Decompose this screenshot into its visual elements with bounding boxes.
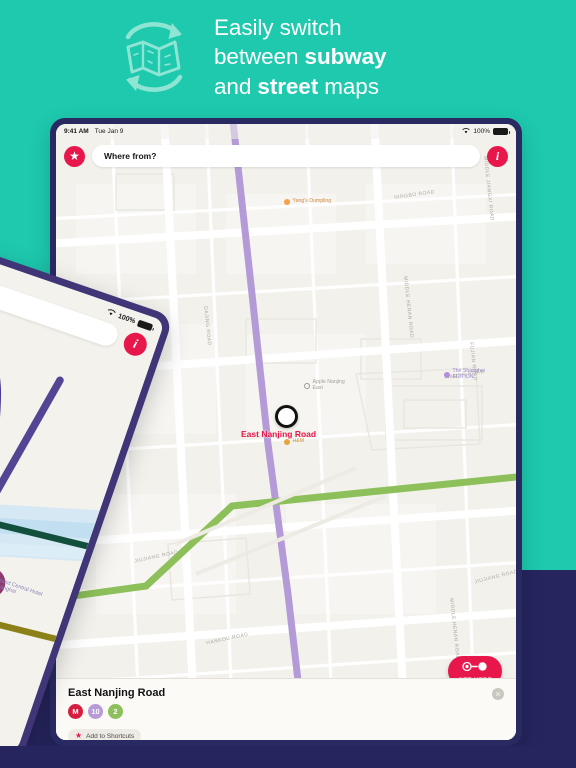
poi-label: Yang's Dumpling: [292, 198, 332, 205]
line-10-badge[interactable]: 10: [88, 704, 103, 719]
promo-line-1: Easily switch: [214, 15, 342, 41]
foreground-navy-strip: [0, 746, 576, 768]
add-to-shortcuts-label: Add to Shortcuts: [86, 732, 135, 740]
status-right-cluster: 100%: [462, 127, 510, 136]
info-button[interactable]: i: [487, 145, 508, 167]
location-detail-card: East Nanjing Road M 10 2 ★ Add to Shortc…: [56, 678, 516, 740]
selected-location-marker[interactable]: [275, 405, 298, 428]
store-ring-icon: [304, 382, 310, 389]
wifi-icon: [462, 127, 471, 136]
hotel-dot-icon: [444, 371, 450, 378]
poi-label: Apple Nanjing East: [312, 379, 345, 391]
poi-yangs-dumpling[interactable]: Yang's Dumpling: [284, 198, 332, 205]
promo-line-3-bold: street: [257, 73, 319, 99]
shop-dot-icon: [284, 439, 290, 445]
add-to-shortcuts-button[interactable]: ★ Add to Shortcuts: [68, 729, 142, 740]
battery-full-icon: [493, 128, 510, 135]
metro-badge[interactable]: M: [68, 704, 83, 719]
status-time: 9:41 AM: [64, 128, 89, 135]
promo-line-3-prefix: and: [214, 73, 258, 99]
folded-map-with-refresh-arrows-icon: [112, 17, 196, 97]
star-icon: ★: [75, 731, 83, 740]
restaurant-dot-icon: [284, 199, 290, 205]
line-2-badge[interactable]: 2: [108, 704, 123, 719]
star-icon: ★: [69, 149, 80, 163]
metro-badge-label: M: [72, 707, 79, 716]
poi-label: H&M: [292, 438, 305, 445]
poi-shanghai-edition[interactable]: The Shanghai EDITION: [444, 368, 499, 381]
poi-label: The Shanghai EDITION: [452, 368, 485, 380]
line-10-badge-label: 10: [91, 707, 100, 716]
promo-screenshot: Easily switch between subway and street …: [0, 0, 576, 768]
promo-header: Easily switch between subway and street …: [0, 0, 576, 114]
promo-line-3-suffix: maps: [318, 73, 379, 99]
detail-title: East Nanjing Road: [68, 687, 166, 699]
promo-line-2-bold: subway: [304, 44, 387, 70]
promo-line-2-prefix: between: [214, 44, 305, 70]
info-icon: i: [131, 335, 140, 352]
line-2-badge-label: 2: [113, 707, 118, 716]
promo-headline: Easily switch between subway and street …: [214, 13, 464, 100]
info-icon: i: [495, 148, 500, 163]
poi-apple-nanjing-east[interactable]: Apple Nanjing East: [304, 379, 353, 392]
close-icon: ×: [495, 688, 501, 699]
status-bar: 9:41 AM Tue Jan 9 100%: [56, 124, 516, 139]
status-date: Tue Jan 9: [94, 128, 124, 135]
poi-hm[interactable]: H&M: [284, 438, 305, 445]
close-button[interactable]: ×: [492, 688, 504, 700]
status-battery-percent: 100%: [473, 128, 490, 135]
search-input[interactable]: Where from?: [92, 145, 480, 167]
selected-location-label: East Nanjing Road: [241, 429, 317, 439]
favorites-star-button[interactable]: ★: [64, 145, 85, 167]
search-placeholder: Where from?: [104, 151, 157, 161]
search-bar-row: ★ Where from? i: [56, 141, 516, 171]
transit-line-badges: M 10 2: [68, 704, 504, 719]
route-icon: [462, 658, 488, 676]
